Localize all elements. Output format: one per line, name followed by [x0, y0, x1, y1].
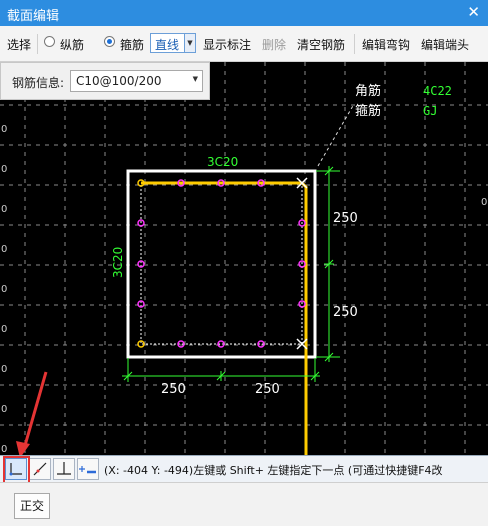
rebar-info-select[interactable]: C10@100/200 ▼	[70, 70, 203, 92]
stirrup-rebar-value: GJ	[423, 104, 437, 118]
perpendicular-icon[interactable]	[53, 458, 75, 480]
dimension-label: 250	[333, 211, 358, 226]
corner-points	[137, 177, 308, 350]
rebar-info-panel: 钢筋信息: C10@100/200 ▼	[0, 62, 210, 100]
stirrup-line	[141, 181, 308, 455]
edge-ticks: 0 0 0 0 0 0 0 0 0 0	[1, 124, 487, 455]
grid	[0, 62, 488, 482]
oblique-line-icon[interactable]	[29, 458, 51, 480]
edge-tick-label: 0	[1, 164, 7, 175]
offset-line-icon[interactable]	[77, 458, 99, 480]
rebar-info-value: C10@100/200	[76, 74, 162, 88]
dimension-label: 250	[161, 382, 186, 397]
leader-line	[317, 103, 355, 167]
ortho-button[interactable]: 正交	[14, 493, 50, 519]
edge-tick-label: 0	[1, 204, 7, 215]
arrow-shaft	[22, 371, 48, 450]
edge-tick-label: 0	[1, 404, 7, 415]
corner-rebar-label: 角筋	[355, 83, 381, 99]
edge-tick-label: 0	[1, 244, 7, 255]
edge-tick-label: 0	[1, 324, 7, 335]
rebar-points	[137, 179, 306, 348]
edge-tick-label: 0	[1, 284, 7, 295]
status-hint: (X: -404 Y: -494)左键或 Shift+ 左键指定下一点 (可通过…	[104, 464, 443, 477]
corner-rebar-value: 4C22	[423, 84, 452, 98]
stirrup-rebar-label: 箍筋	[355, 103, 381, 119]
bottom-bar: 正交	[0, 482, 488, 526]
edge-tick-label: 0	[481, 197, 487, 208]
annotation-highlight	[3, 456, 30, 484]
rebar-info-label: 钢筋信息:	[12, 76, 65, 90]
edge-tick-label: 0	[1, 364, 7, 375]
dimension-label: 250	[255, 382, 280, 397]
chevron-down-icon[interactable]: ▼	[193, 75, 198, 83]
section-outline	[126, 169, 317, 359]
stirrup-outline	[140, 182, 303, 345]
edge-tick-label: 0	[1, 124, 7, 135]
top-rebar-label: 3C20	[207, 155, 238, 169]
edge-tick-label: 0	[1, 444, 7, 455]
dimension-label: 250	[333, 305, 358, 320]
status-bar: (X: -404 Y: -494)左键或 Shift+ 左键指定下一点 (可通过…	[0, 455, 488, 482]
left-rebar-label: 3C20	[111, 247, 125, 278]
